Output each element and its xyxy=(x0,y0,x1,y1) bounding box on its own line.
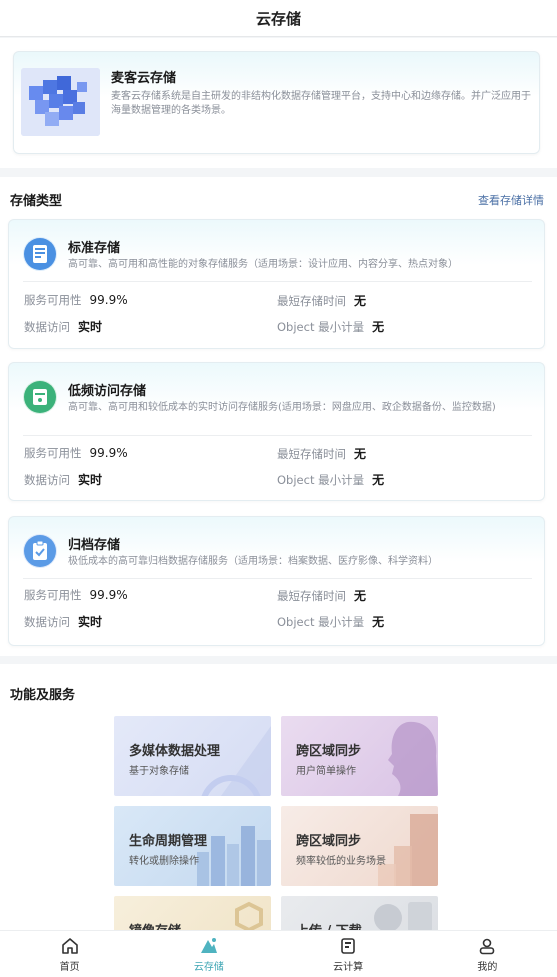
min-time-value: 无 xyxy=(354,294,367,308)
min-time-label: 最短存储时间 xyxy=(277,447,346,461)
document-icon xyxy=(23,237,57,271)
intro-section: 麦客云存储 麦客云存储系统是自主研发的非结构化数据存储管理平台，支持中心和边缘存… xyxy=(0,38,557,168)
tile-title: 多媒体数据处理 xyxy=(129,744,221,759)
access-row: 数据访问 实时 xyxy=(24,471,102,488)
min-unit-label: Object 最小计量 xyxy=(277,320,365,334)
tile-subtitle: 转化或删除操作 xyxy=(129,856,199,867)
page-title: 云存储 xyxy=(255,9,301,28)
storage-types-section: 存储类型 查看存储详情 标准存储 高可靠、高可用和高性能的对象存储服务（适用场景… xyxy=(0,177,557,656)
tab-label: 云存储 xyxy=(193,961,224,973)
tile-title: 镜像存储 xyxy=(129,920,181,930)
tile-title: 上传 / 下载 xyxy=(296,920,362,930)
min-unit-label: Object 最小计量 xyxy=(277,615,365,629)
scroll-content[interactable]: 麦客云存储 麦客云存储系统是自主研发的非结构化数据存储管理平台，支持中心和边缘存… xyxy=(0,38,557,930)
access-label: 数据访问 xyxy=(24,320,70,334)
access-value: 实时 xyxy=(78,320,103,334)
min-time-row: 最短存储时间 无 xyxy=(277,587,366,604)
tab-cloud-compute[interactable]: 云计算 xyxy=(279,931,418,977)
functions-section: 功能及服务 多媒体数据处理 基于对象存储 跨区域同步 用户简单操作 生命周期管理… xyxy=(0,664,557,930)
access-value: 实时 xyxy=(78,473,103,487)
min-time-row: 最短存储时间 无 xyxy=(277,445,366,462)
storage-card-infrequent[interactable]: 低频访问存储 高可靠、高可用和较低成本的实时访问存储服务(适用场景：网盘应用、政… xyxy=(8,362,545,501)
min-unit-value: 无 xyxy=(372,615,385,629)
card-description: 极低成本的高可靠归档数据存储服务（适用场景：档案数据、医疗影像、科学资料） xyxy=(68,556,438,567)
access-label: 数据访问 xyxy=(24,473,70,487)
availability-value: 99.9% xyxy=(89,446,128,460)
availability-row: 服务可用性 99.9% xyxy=(24,445,128,461)
tile-subtitle: 频率较低的业务场景 xyxy=(296,856,386,867)
tile-subtitle: 用户简单操作 xyxy=(296,766,356,777)
access-row: 数据访问 实时 xyxy=(24,613,102,630)
card-title: 标准存储 xyxy=(68,241,121,256)
archive-box-icon xyxy=(23,380,57,414)
tile-title: 跨区域同步 xyxy=(296,744,362,759)
tile-title: 跨区域同步 xyxy=(296,834,362,849)
storage-card-archive[interactable]: 归档存储 极低成本的高可靠归档数据存储服务（适用场景：档案数据、医疗影像、科学资… xyxy=(8,516,545,646)
intro-title: 麦客云存储 xyxy=(111,71,177,86)
clipboard-icon xyxy=(23,534,57,568)
tile-subtitle: 基于对象存储 xyxy=(129,766,189,777)
storage-types-title: 存储类型 xyxy=(10,194,63,209)
cloud-compute-icon xyxy=(341,937,355,954)
availability-value: 99.9% xyxy=(89,588,128,602)
intro-card[interactable]: 麦客云存储 麦客云存储系统是自主研发的非结构化数据存储管理平台，支持中心和边缘存… xyxy=(13,51,540,154)
divider xyxy=(23,435,532,436)
tab-home[interactable]: 首页 xyxy=(0,931,139,977)
storage-cubes-image xyxy=(21,68,100,136)
availability-row: 服务可用性 99.9% xyxy=(24,587,128,603)
access-value: 实时 xyxy=(78,615,103,629)
user-icon xyxy=(480,938,495,954)
functions-title: 功能及服务 xyxy=(10,688,76,703)
availability-label: 服务可用性 xyxy=(24,293,82,307)
tab-cloud-storage[interactable]: 云存储 xyxy=(139,931,278,977)
min-unit-label: Object 最小计量 xyxy=(277,473,365,487)
tile-media-processing[interactable]: 多媒体数据处理 基于对象存储 xyxy=(114,716,271,796)
home-icon xyxy=(61,937,78,954)
tile-mirror-storage[interactable]: 镜像存储 xyxy=(114,896,271,930)
tile-lifecycle-management[interactable]: 生命周期管理 转化或删除操作 xyxy=(114,806,271,886)
tab-label: 首页 xyxy=(59,961,80,973)
min-time-label: 最短存储时间 xyxy=(277,589,346,603)
tile-upload-download[interactable]: 上传 / 下载 xyxy=(281,896,438,930)
availability-label: 服务可用性 xyxy=(24,588,82,602)
availability-label: 服务可用性 xyxy=(24,446,82,460)
tab-label: 云计算 xyxy=(333,961,364,973)
card-description: 高可靠、高可用和较低成本的实时访问存储服务(适用场景：网盘应用、政企数据备份、监… xyxy=(68,402,496,413)
bottom-tab-bar: 首页 云存储 云计算 我的 xyxy=(0,930,557,977)
availability-row: 服务可用性 99.9% xyxy=(24,292,128,308)
min-unit-row: Object 最小计量 无 xyxy=(277,318,384,335)
card-title: 低频访问存储 xyxy=(68,384,147,399)
storage-card-standard[interactable]: 标准存储 高可靠、高可用和高性能的对象存储服务（适用场景：设计应用、内容分享、热… xyxy=(8,219,545,349)
min-unit-row: Object 最小计量 无 xyxy=(277,471,384,488)
header-bar: 云存储 xyxy=(0,0,557,37)
min-unit-value: 无 xyxy=(372,473,385,487)
min-time-value: 无 xyxy=(354,447,367,461)
tab-profile[interactable]: 我的 xyxy=(418,931,557,977)
tab-label: 我的 xyxy=(477,961,498,973)
intro-description: 麦客云存储系统是自主研发的非结构化数据存储管理平台，支持中心和边缘存储。并广泛应… xyxy=(111,91,531,116)
min-time-value: 无 xyxy=(354,589,367,603)
tile-cross-region-sync-2[interactable]: 跨区域同步 频率较低的业务场景 xyxy=(281,806,438,886)
min-unit-value: 无 xyxy=(372,320,385,334)
card-title: 归档存储 xyxy=(68,538,121,553)
min-unit-row: Object 最小计量 无 xyxy=(277,613,384,630)
divider xyxy=(23,281,532,282)
access-row: 数据访问 实时 xyxy=(24,318,102,335)
tile-cross-region-sync-1[interactable]: 跨区域同步 用户简单操作 xyxy=(281,716,438,796)
min-time-label: 最短存储时间 xyxy=(277,294,346,308)
card-description: 高可靠、高可用和高性能的对象存储服务（适用场景：设计应用、内容分享、热点对象） xyxy=(68,259,458,270)
divider xyxy=(23,578,532,579)
cloud-storage-icon xyxy=(200,937,217,953)
tile-title: 生命周期管理 xyxy=(129,834,208,849)
min-time-row: 最短存储时间 无 xyxy=(277,292,366,309)
view-storage-details-link[interactable]: 查看存储详情 xyxy=(478,192,544,208)
access-label: 数据访问 xyxy=(24,615,70,629)
availability-value: 99.9% xyxy=(89,293,128,307)
